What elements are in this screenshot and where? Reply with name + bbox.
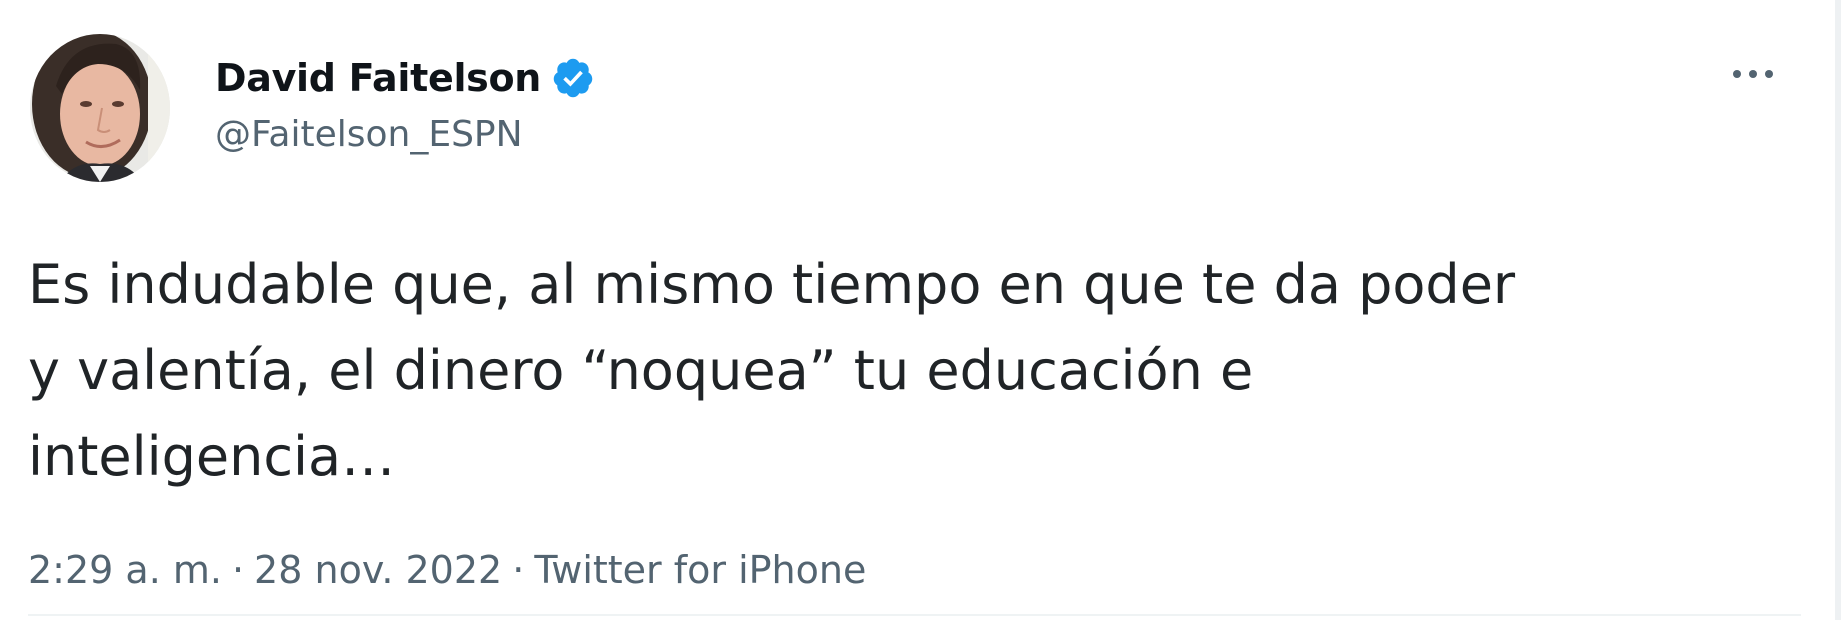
ellipsis-icon: [1731, 68, 1775, 80]
avatar[interactable]: [30, 34, 170, 182]
tweet-time[interactable]: 2:29 a. m.: [28, 548, 222, 592]
tweet-source[interactable]: Twitter for iPhone: [534, 548, 866, 592]
divider: [28, 614, 1801, 616]
tweet-meta: 2:29 a. m. · 28 nov. 2022 · Twitter for …: [28, 548, 866, 592]
meta-separator: ·: [512, 548, 525, 592]
author-handle[interactable]: @Faitelson_ESPN: [215, 114, 523, 155]
tweet-card: David Faitelson @Faitelson_ESPN Es indud…: [0, 0, 1841, 620]
tweet-text-line: inteligencia…: [28, 425, 396, 488]
meta-separator: ·: [231, 548, 245, 592]
display-name[interactable]: David Faitelson: [215, 56, 541, 100]
more-options-button[interactable]: [1723, 52, 1783, 96]
tweet-date[interactable]: 28 nov. 2022: [254, 548, 502, 592]
tweet-text: Es indudable que, al mismo tiempo en que…: [28, 242, 1808, 500]
verified-badge-icon: [551, 56, 595, 100]
author-name-row: David Faitelson: [215, 50, 595, 106]
tweet-text-line: y valentía, el dinero “noquea” tu educac…: [28, 339, 1254, 402]
avatar-photo: [30, 34, 170, 182]
tweet-text-line: Es indudable que, al mismo tiempo en que…: [28, 253, 1516, 316]
card-edge: [1835, 0, 1841, 620]
